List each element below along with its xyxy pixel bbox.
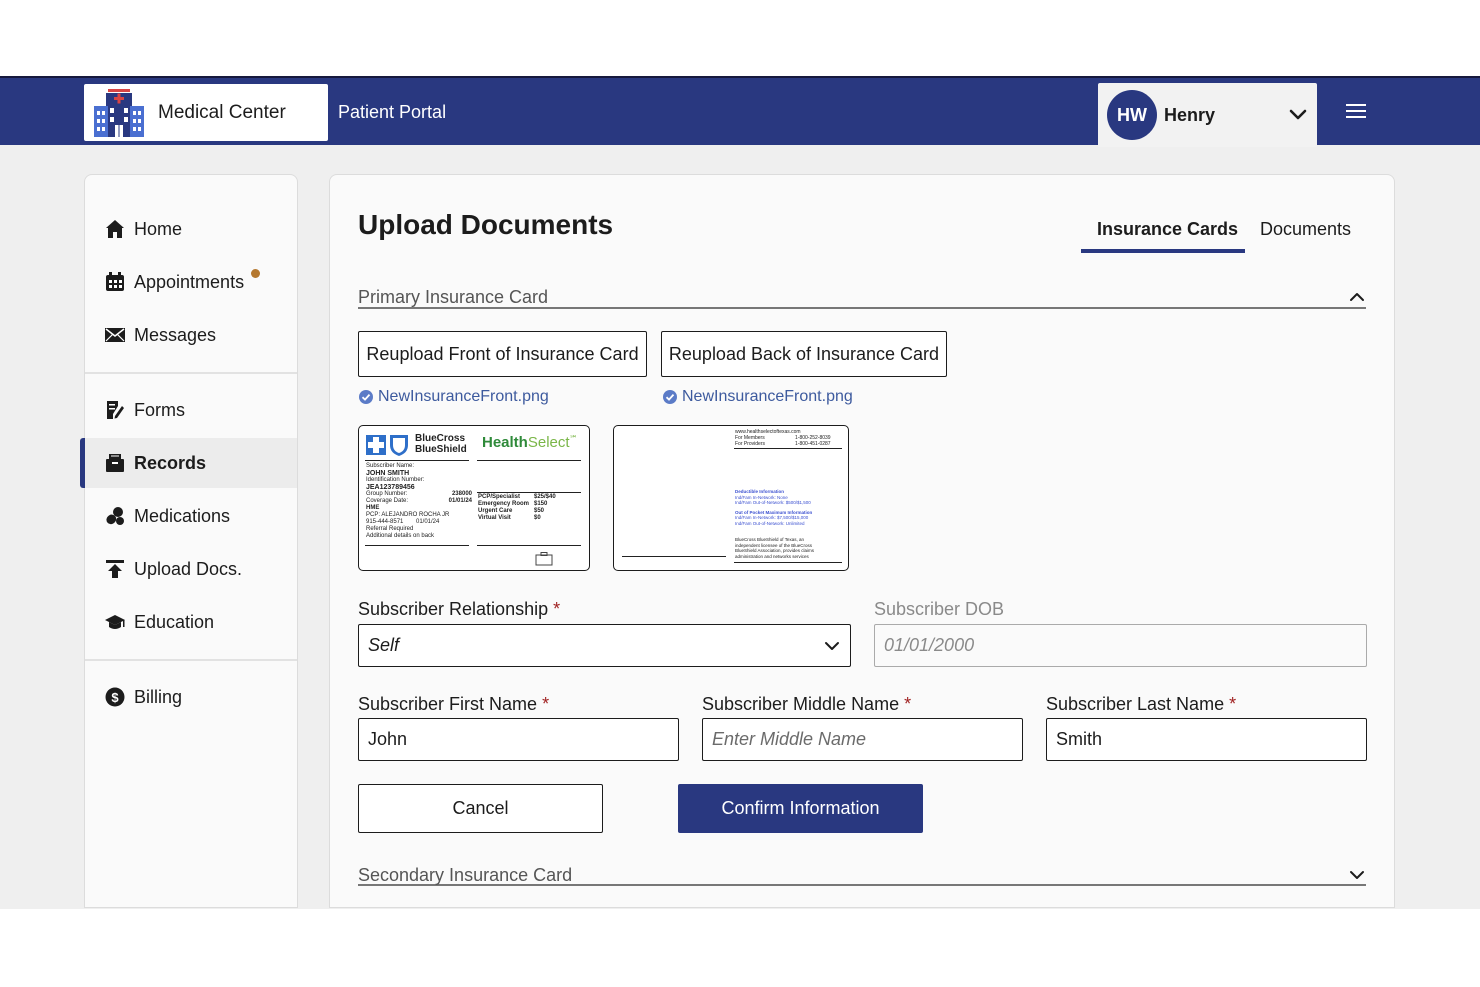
back-file-status[interactable]: NewInsuranceFront.png — [663, 388, 863, 408]
section-title: Primary Insurance Card — [358, 287, 549, 307]
user-name: Henry — [1164, 105, 1216, 125]
front-file-status[interactable]: NewInsuranceFront.png — [359, 388, 559, 408]
sidebar-item-records[interactable]: Records — [80, 438, 297, 488]
card-disclaimer-block: BlueCross BlueShield of Texas, an indepe… — [735, 537, 815, 559]
card-brand-text: BlueCross BlueShield — [415, 433, 467, 455]
hamburger-menu-icon[interactable] — [1342, 100, 1370, 124]
health-select-logo: HealthSelect℠ — [482, 434, 578, 451]
subscriber-dob-field[interactable]: 01/01/2000 — [874, 624, 1367, 667]
middle-name-label: Subscriber Middle Name * — [702, 694, 912, 714]
home-icon — [106, 220, 124, 238]
sidebar-item-label: Medications — [134, 506, 231, 526]
sidebar-divider — [85, 372, 297, 374]
confirm-information-button[interactable]: Confirm Information — [678, 784, 923, 833]
user-menu[interactable]: HW Henry — [1098, 83, 1317, 147]
first-name-label: Subscriber First Name * — [358, 694, 550, 714]
sidebar-item-label: Upload Docs. — [134, 559, 243, 579]
briefcase-icon — [535, 552, 553, 566]
graduation-cap-icon — [105, 615, 125, 629]
last-name-field[interactable]: Smith — [1046, 718, 1367, 761]
sidebar-item-label: Forms — [134, 400, 185, 420]
folder-icon — [106, 454, 124, 472]
sidebar-item-upload-docs[interactable]: Upload Docs. — [85, 545, 297, 593]
sidebar-item-label: Education — [134, 612, 215, 632]
cancel-button[interactable]: Cancel — [358, 784, 603, 833]
insurance-card-front-preview[interactable]: BlueCross BlueShield HealthSelect℠ Subsc… — [358, 425, 590, 571]
sidebar-divider — [85, 659, 297, 661]
avatar: HW — [1107, 90, 1157, 140]
top-header: Medical Center Patient Portal HW Henry — [0, 76, 1480, 147]
check-circle-icon — [663, 390, 677, 404]
sidebar-item-home[interactable]: Home — [85, 205, 297, 253]
first-name-field[interactable]: John — [358, 718, 679, 761]
sidebar-item-education[interactable]: Education — [85, 598, 297, 646]
front-file-name: NewInsuranceFront.png — [378, 388, 549, 405]
svg-text:$: $ — [111, 690, 119, 705]
insurance-card-back-preview[interactable]: www.healthselectoftexas.com For Members 1… — [613, 425, 849, 571]
sidebar-item-billing[interactable]: $ Billing — [85, 673, 297, 721]
form-icon — [107, 401, 124, 419]
check-circle-icon — [359, 390, 373, 404]
sidebar-item-forms[interactable]: Forms — [85, 386, 297, 434]
back-file-name: NewInsuranceFront.png — [682, 388, 853, 405]
card-deductible-block: Deductible Information Ind/Fam In-Networ… — [735, 489, 813, 526]
sidebar: Home Appointments Messages Forms Records… — [80, 174, 298, 908]
card-copay-block: PCP/Specialist $25/$40 Emergency Room $150… — [478, 494, 556, 521]
chevron-up-icon[interactable] — [1348, 291, 1366, 303]
logo[interactable]: Medical Center — [84, 84, 328, 141]
pills-icon — [106, 507, 124, 525]
envelope-icon — [105, 328, 125, 342]
reupload-back-button[interactable]: Reupload Back of Insurance Card — [661, 331, 947, 377]
chevron-down-icon — [825, 642, 839, 650]
logo-text: Medical Center — [158, 102, 286, 123]
upload-documents-panel: Upload Documents Insurance Cards Documen… — [329, 174, 1395, 908]
chevron-down-icon — [1289, 109, 1307, 120]
subscriber-relationship-select[interactable]: Self — [358, 624, 851, 667]
secondary-insurance-section-header[interactable]: Secondary Insurance Card — [358, 865, 1366, 886]
page-title: Upload Documents — [358, 209, 614, 240]
reupload-front-button[interactable]: Reupload Front of Insurance Card — [358, 331, 647, 377]
upload-icon — [106, 560, 124, 578]
active-tab-indicator — [1081, 249, 1245, 253]
sidebar-item-label: Messages — [134, 325, 217, 345]
middle-name-field[interactable]: Enter Middle Name — [702, 718, 1023, 761]
sidebar-item-label: Billing — [134, 687, 183, 707]
section-title: Secondary Insurance Card — [358, 865, 573, 885]
sidebar-item-label: Home — [134, 219, 183, 239]
sidebar-item-appointments[interactable]: Appointments — [85, 258, 297, 306]
notification-dot — [251, 269, 260, 278]
tab-documents[interactable]: Documents — [1260, 219, 1351, 240]
chevron-down-icon[interactable] — [1348, 869, 1366, 881]
primary-insurance-section-header[interactable]: Primary Insurance Card — [358, 287, 1366, 309]
sidebar-item-label: Records — [134, 453, 207, 473]
hospital-icon — [94, 89, 144, 137]
sidebar-item-label: Appointments — [134, 272, 245, 292]
portal-title: Patient Portal — [338, 102, 447, 122]
tab-insurance-cards[interactable]: Insurance Cards — [1097, 219, 1238, 240]
last-name-label: Subscriber Last Name * — [1046, 694, 1237, 714]
card-subscriber-block: Subscriber Name: JOHN SMITH Identificati… — [366, 463, 472, 539]
sidebar-item-messages[interactable]: Messages — [85, 311, 297, 359]
card-contact-block: www.healthselectoftexas.com For Members 1… — [735, 429, 831, 447]
bluecross-blueshield-logo — [366, 435, 408, 456]
subscriber-relationship-label: Subscriber Relationship * — [358, 599, 561, 619]
subscriber-dob-label: Subscriber DOB — [874, 599, 1005, 619]
sidebar-item-medications[interactable]: Medications — [85, 492, 297, 540]
dollar-icon: $ — [105, 687, 125, 707]
calendar-icon — [106, 272, 124, 291]
